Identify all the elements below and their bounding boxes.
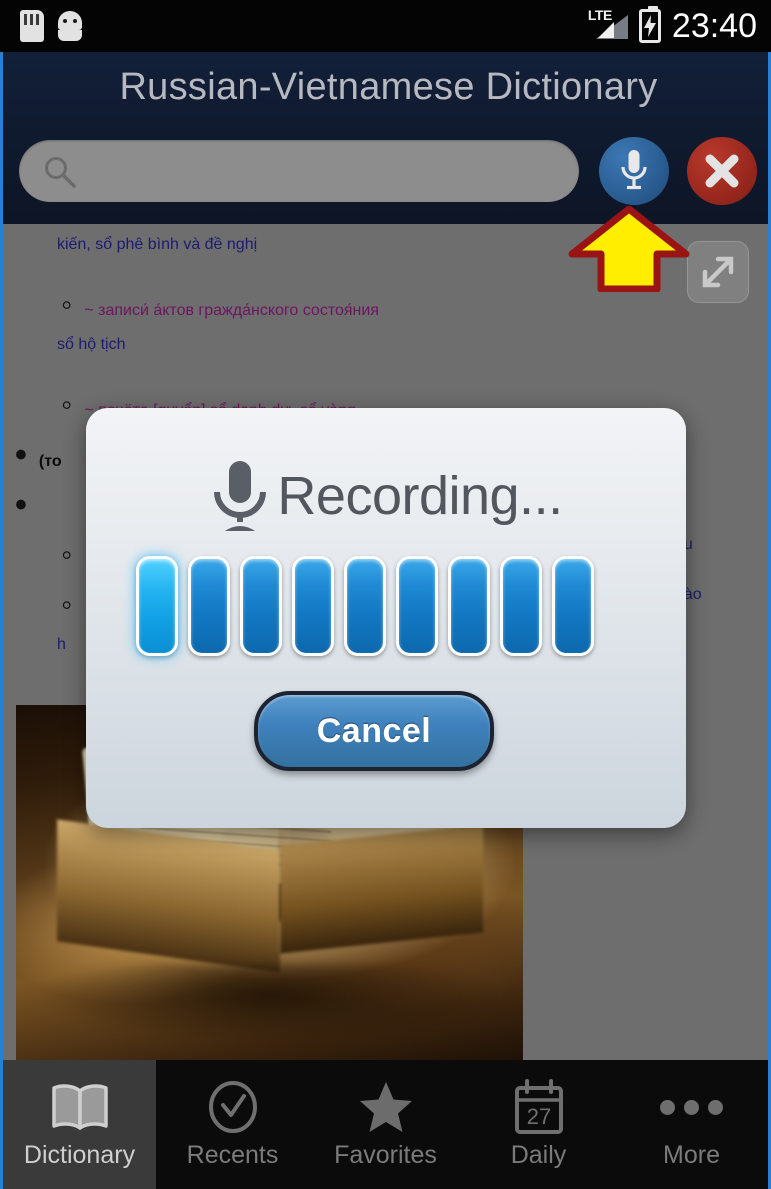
entry-line: kiến, sổ phê bình và đề nghị [57,236,258,253]
expand-button[interactable] [687,241,749,303]
tab-label: Recents [186,1141,279,1169]
android-robot-icon [58,11,82,41]
tab-favorites[interactable]: Favorites [309,1060,462,1189]
star-icon [358,1079,414,1135]
level-bar [500,555,542,656]
level-bar [240,555,282,656]
level-bar [396,555,438,656]
tab-label: Dictionary [23,1141,136,1169]
calendar-icon: 27 [512,1079,566,1135]
close-icon [705,154,739,188]
ellipsis-icon [660,1079,723,1135]
sd-card-icon [20,10,44,42]
entry-line [15,486,39,525]
tab-label: Favorites [334,1141,437,1169]
level-bar [188,555,230,656]
level-bar [344,555,386,656]
tab-daily[interactable]: 27 Daily [462,1060,615,1189]
page-title: Russian-Vietnamese Dictionary [119,66,658,108]
status-bar-right-icons: LTE 23:40 [588,0,757,52]
entry-line: sổ hộ tịch [57,336,126,353]
expand-icon [702,256,734,288]
voice-search-button[interactable] [599,137,669,205]
signal-icon: LTE [588,8,630,43]
yellow-up-arrow-annotation [568,206,690,292]
app-header: Russian-Vietnamese Dictionary [0,52,771,224]
status-bar: LTE 23:40 [0,0,771,52]
recording-title: Recording... [277,466,563,526]
book-icon [49,1079,111,1135]
search-input[interactable] [89,140,563,204]
level-bar [136,555,178,656]
phone-screen: LTE 23:40 Russian-Vietnamese Dictionary [0,0,771,1189]
battery-charging-icon [638,6,661,43]
tab-dictionary[interactable]: Dictionary [3,1060,156,1189]
search-row [3,133,771,213]
tab-label: Daily [510,1141,567,1169]
svg-text:27: 27 [526,1104,550,1129]
level-bar [552,555,594,656]
search-icon [45,157,76,188]
entry-line: h [57,636,66,653]
bottom-tab-bar: Dictionary Recents Favorites 27 Daily Mo… [0,1060,771,1189]
entry-line: ~ записи́ а́ктов гражда́нского состоя́ни… [61,286,379,323]
level-bar [448,555,490,656]
status-bar-left-icons [20,0,82,52]
microphone-icon [214,461,267,531]
clear-search-button[interactable] [687,137,757,205]
entry-line [61,536,84,573]
recording-dialog: Recording... Cancel [86,408,686,828]
level-bar [292,555,334,656]
search-box[interactable] [19,140,579,204]
clock-label: 23:40 [671,6,757,45]
tab-recents[interactable]: Recents [156,1060,309,1189]
cancel-button[interactable]: Cancel [254,691,494,771]
entry-line: (то [15,436,62,475]
tab-more[interactable]: More [615,1060,768,1189]
recording-header: Recording... [86,458,686,534]
microphone-icon [621,150,647,190]
tab-label: More [663,1141,720,1169]
audio-level-meter [136,553,636,658]
clock-check-icon [205,1079,261,1135]
entry-line [61,586,84,623]
